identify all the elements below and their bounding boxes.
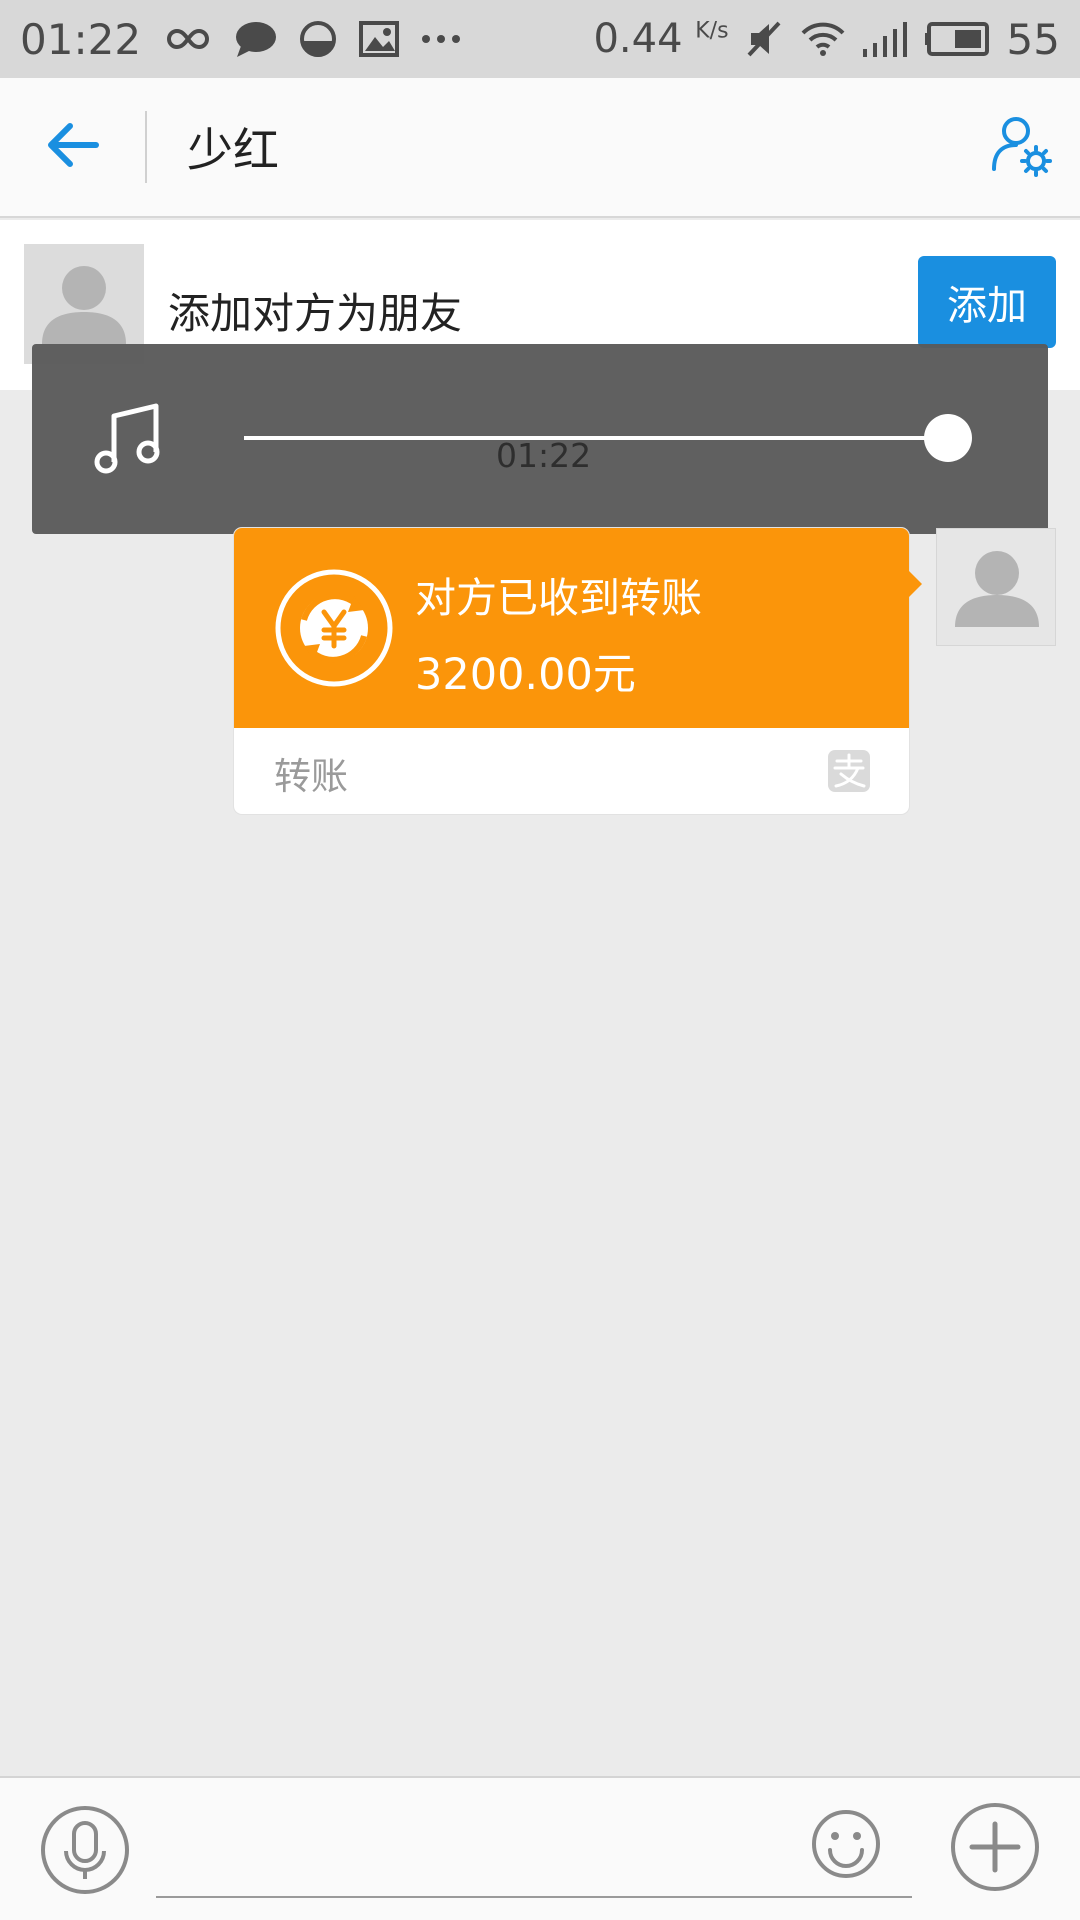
transfer-label: 转账 bbox=[274, 755, 348, 798]
page-title: 少红 bbox=[187, 123, 279, 177]
profile-settings-icon bbox=[988, 113, 1052, 181]
header-divider bbox=[145, 111, 147, 183]
microphone-icon bbox=[41, 1806, 129, 1894]
chat-header: 少红 bbox=[0, 78, 1080, 218]
back-arrow-icon bbox=[46, 123, 100, 171]
emoji-button[interactable] bbox=[810, 1808, 882, 1880]
emoji-icon bbox=[812, 1810, 880, 1878]
status-left: 01:22 bbox=[20, 14, 461, 64]
default-avatar-icon bbox=[955, 551, 1039, 627]
progress-track[interactable] bbox=[244, 436, 944, 440]
status-bar: 01:22 0.44 K/s 55 bbox=[0, 0, 1080, 78]
chat-bubble-icon bbox=[235, 14, 277, 64]
transfer-status: 对方已收到转账 bbox=[415, 574, 702, 622]
music-player-overlay: 01:22 bbox=[32, 344, 1048, 534]
back-button[interactable] bbox=[0, 77, 145, 217]
status-time: 01:22 bbox=[20, 14, 142, 64]
transfer-message-card[interactable]: 对方已收到转账 3200.00元 转账 bbox=[234, 528, 909, 814]
yuan-exchange-icon bbox=[274, 568, 394, 688]
voice-input-button[interactable] bbox=[40, 1805, 130, 1895]
profile-settings-button[interactable] bbox=[960, 77, 1080, 217]
add-friend-button[interactable]: 添加 bbox=[918, 256, 1056, 348]
progress-slider-handle[interactable] bbox=[924, 414, 972, 462]
signal-icon bbox=[861, 14, 909, 64]
transfer-amount: 3200.00元 bbox=[415, 650, 636, 700]
playback-time: 01:22 bbox=[496, 436, 592, 475]
message-input[interactable] bbox=[156, 1798, 912, 1898]
input-bar bbox=[0, 1776, 1080, 1920]
mute-icon bbox=[745, 14, 785, 64]
transfer-header: 对方已收到转账 3200.00元 bbox=[234, 528, 909, 728]
avatar[interactable] bbox=[936, 528, 1056, 646]
battery-icon bbox=[924, 14, 991, 64]
alipay-icon bbox=[828, 750, 870, 792]
net-speed: 0.44 K/s bbox=[593, 16, 729, 62]
plus-icon bbox=[951, 1803, 1039, 1891]
music-note-icon bbox=[90, 400, 168, 478]
add-friend-prompt: 添加对方为朋友 bbox=[168, 289, 463, 338]
battery-level: 55 bbox=[1006, 14, 1060, 64]
bubble-tail bbox=[908, 570, 922, 598]
more-actions-button[interactable] bbox=[950, 1802, 1040, 1892]
infinity-icon bbox=[163, 14, 213, 64]
image-icon bbox=[359, 14, 400, 64]
half-circle-icon bbox=[299, 14, 337, 64]
wifi-icon bbox=[801, 14, 845, 64]
status-right: 0.44 K/s 55 bbox=[593, 14, 1060, 64]
more-dots-icon bbox=[421, 14, 461, 64]
